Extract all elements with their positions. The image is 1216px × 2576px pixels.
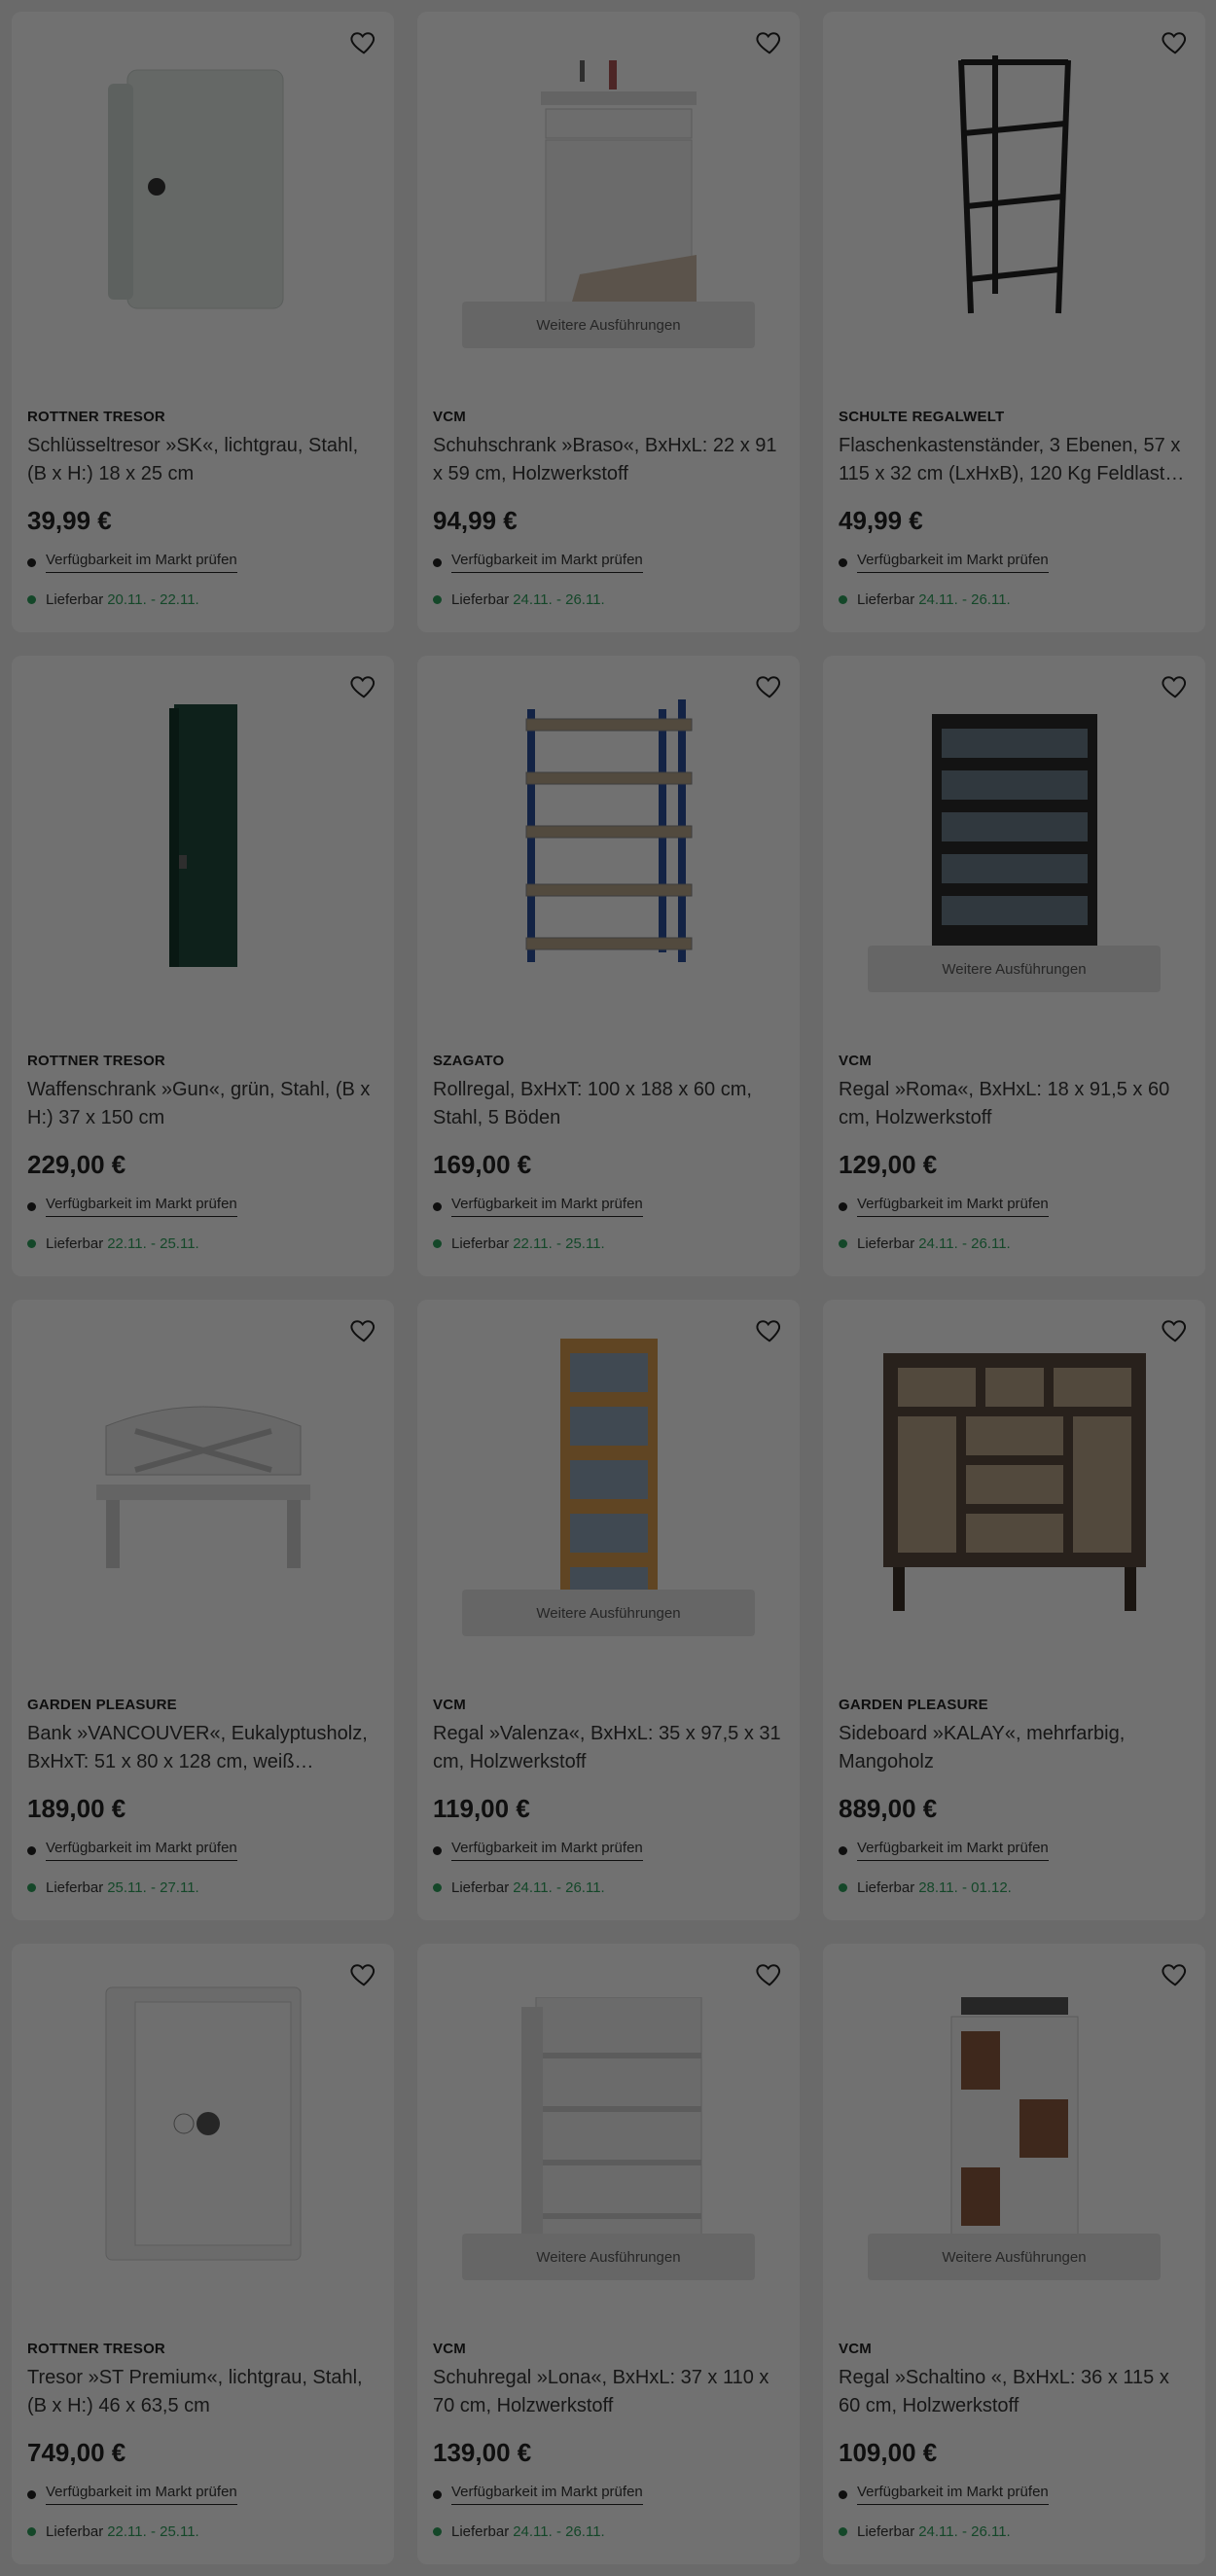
modal-backdrop-overlay[interactable] [0, 0, 1216, 2576]
